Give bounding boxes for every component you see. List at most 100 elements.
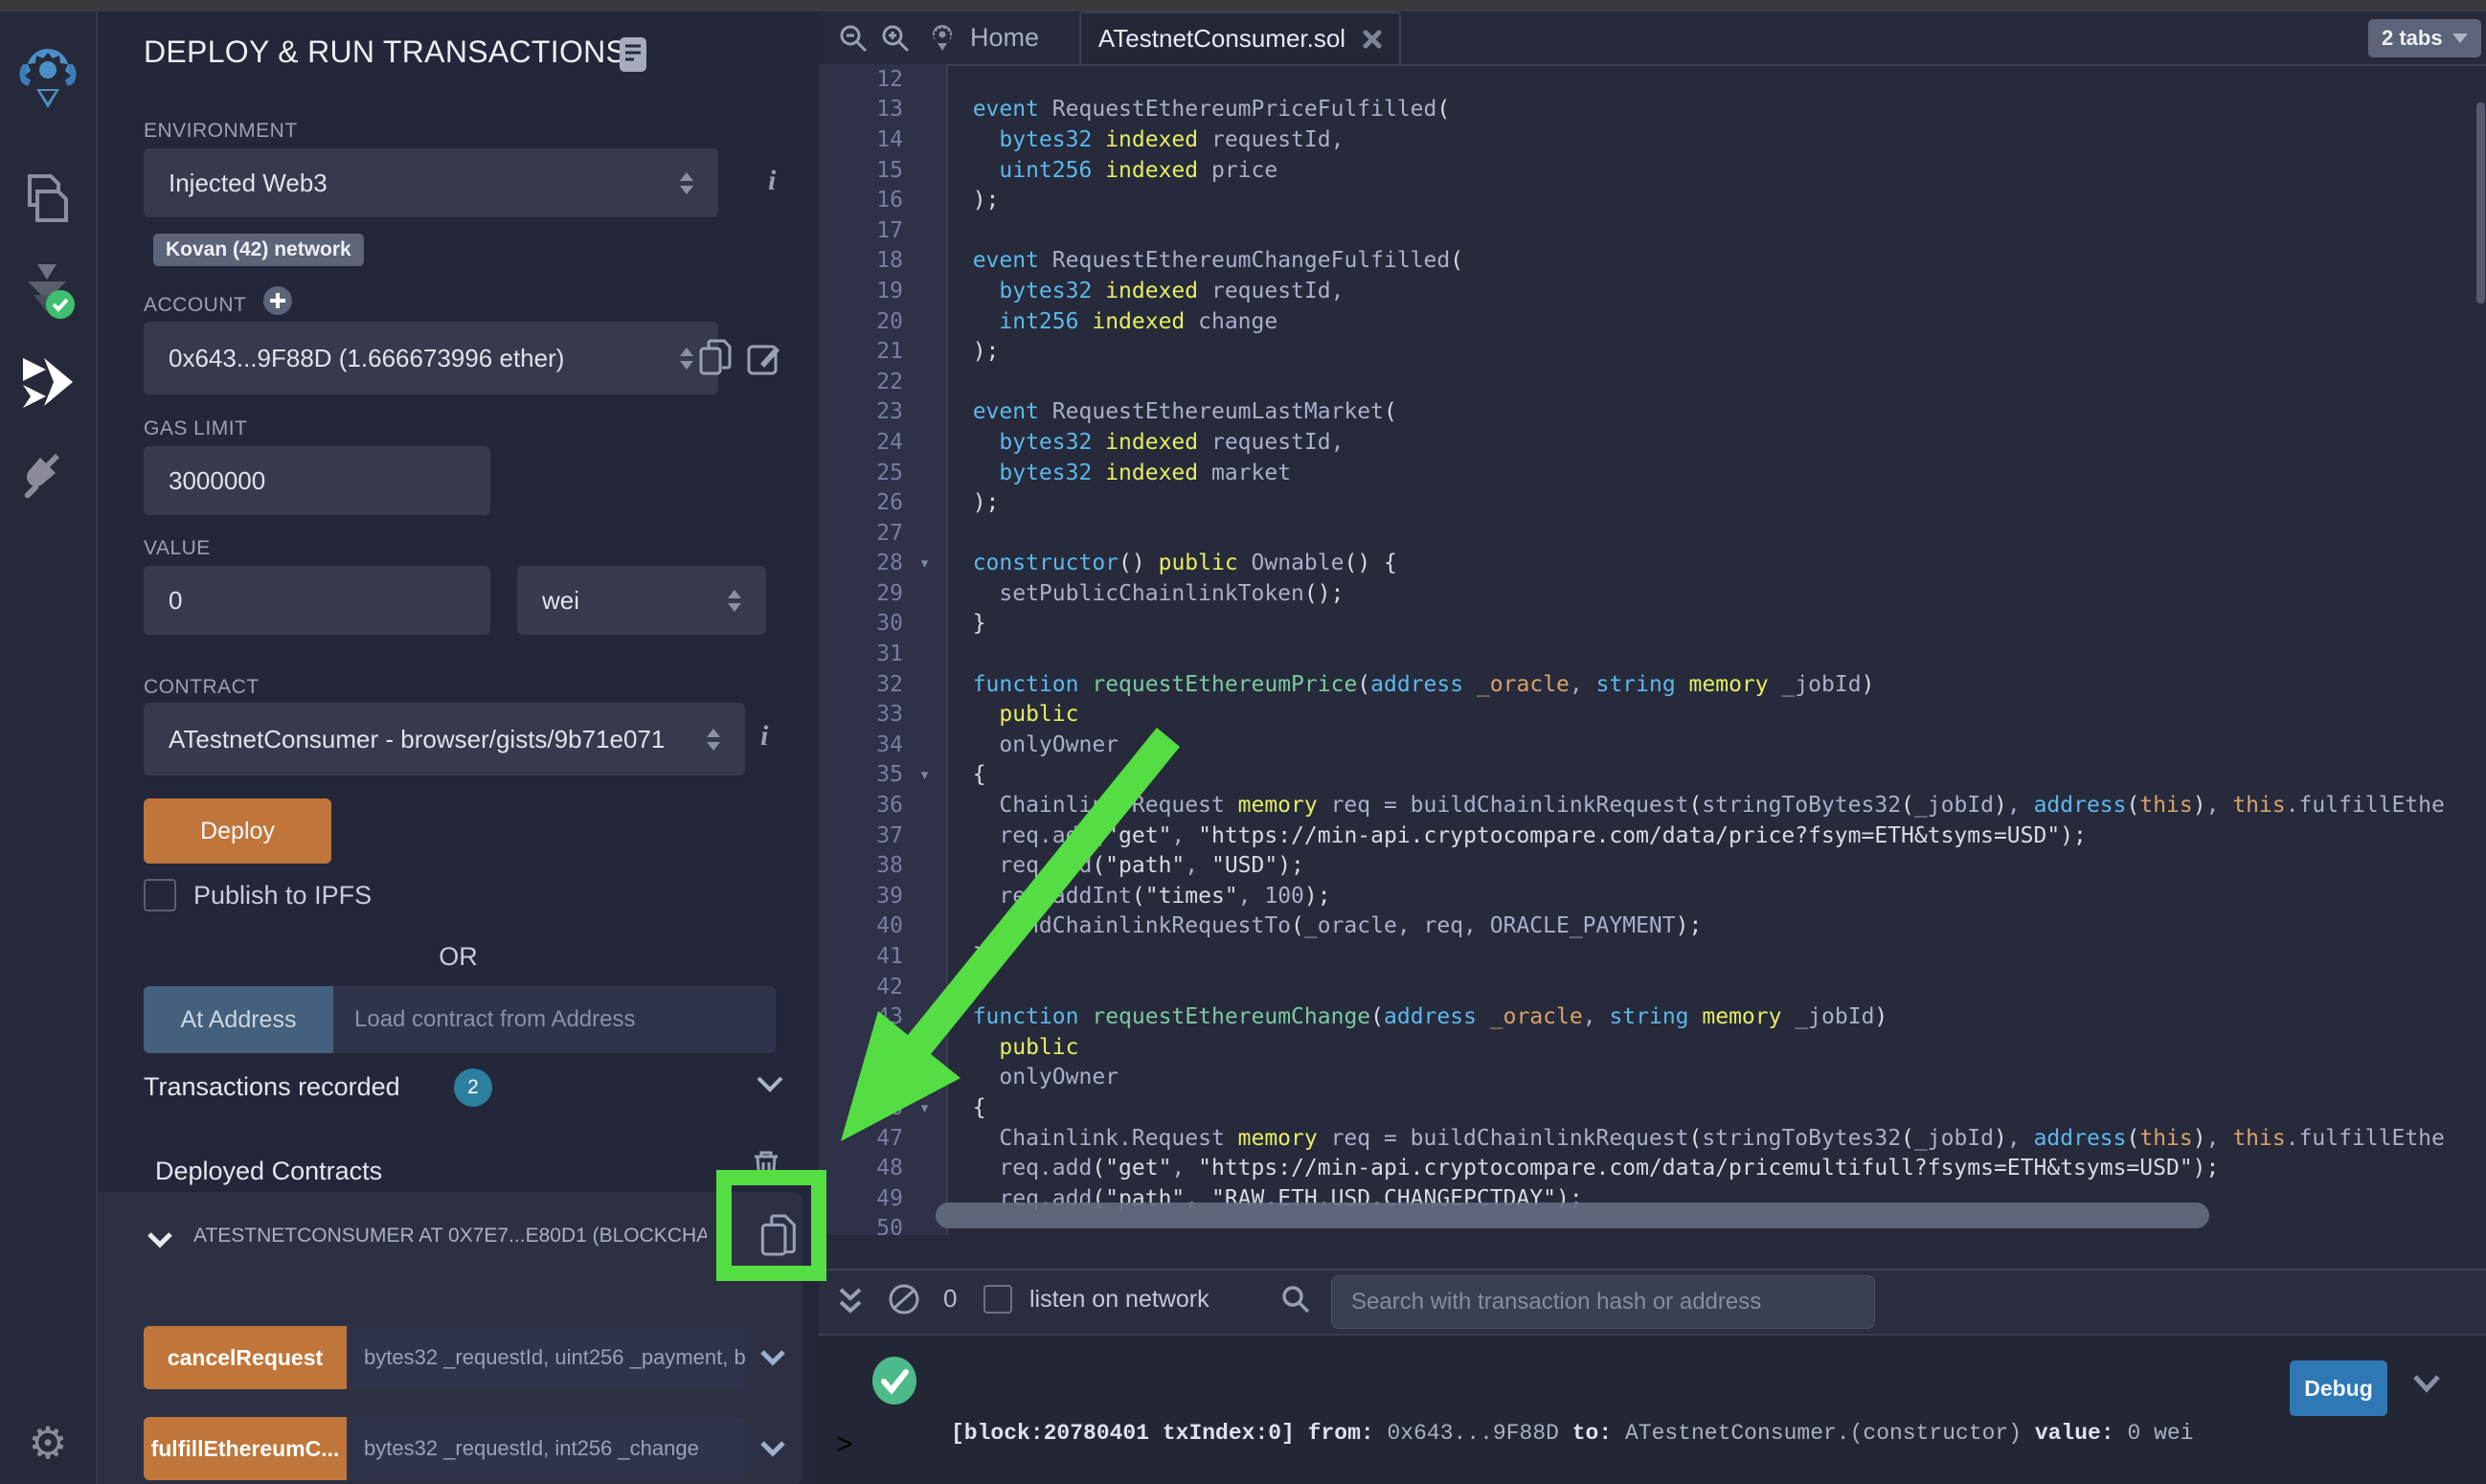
code-line[interactable]: 44 public: [819, 1032, 2486, 1063]
line-number: 45: [819, 1065, 903, 1090]
code-line[interactable]: 19 bytes32 indexed requestId,: [819, 276, 2486, 306]
environment-info-icon[interactable]: i: [768, 165, 776, 197]
code-line[interactable]: 37 req.add("get", "https://min-api.crypt…: [819, 821, 2486, 851]
code-line[interactable]: 47 Chainlink.Request memory req = buildC…: [819, 1123, 2486, 1154]
line-number: 15: [819, 158, 903, 183]
deploy-run-panel: DEPLOY & RUN TRANSACTIONS ENVIRONMENT In…: [98, 11, 819, 1484]
code-line[interactable]: 20 int256 indexed change: [819, 306, 2486, 337]
code-line[interactable]: 27: [819, 518, 2486, 549]
code-line[interactable]: 30 }: [819, 609, 2486, 640]
code-line[interactable]: 43 function requestEthereumChange(addres…: [819, 1001, 2486, 1032]
code-line[interactable]: 39 req.addInt("times", 100);: [819, 881, 2486, 911]
environment-select[interactable]: Injected Web3: [144, 148, 718, 217]
function-params-input[interactable]: bytes32 _requestId, uint256 _payment, by: [347, 1326, 745, 1389]
code-line[interactable]: 25 bytes32 indexed market: [819, 458, 2486, 488]
code-line[interactable]: 40 sendChainlinkRequestTo(_oracle, req, …: [819, 911, 2486, 942]
publish-ipfs-checkbox[interactable]: [144, 879, 176, 911]
code-line[interactable]: 18 event RequestEthereumChangeFulfilled(: [819, 246, 2486, 277]
code-line[interactable]: 24 bytes32 indexed requestId,: [819, 427, 2486, 458]
add-account-icon[interactable]: [262, 285, 293, 316]
code-line[interactable]: 31: [819, 639, 2486, 669]
docs-icon[interactable]: [619, 36, 647, 73]
fold-caret-icon[interactable]: ▾: [903, 766, 946, 783]
tx-log-entry[interactable]: [block:20780401 txIndex:0] from: 0x643..…: [951, 1347, 2193, 1484]
code-line[interactable]: 46▾ {: [819, 1092, 2486, 1123]
fold-caret-icon[interactable]: ▾: [903, 554, 946, 572]
gas-limit-input[interactable]: 3000000: [144, 446, 490, 515]
code-line[interactable]: 35▾ {: [819, 760, 2486, 791]
line-number: 17: [819, 218, 903, 243]
code-line[interactable]: 15 uint256 indexed price: [819, 155, 2486, 186]
code-line[interactable]: 26 );: [819, 487, 2486, 518]
select-stepper-icon: [672, 172, 693, 194]
value-unit-select[interactable]: wei: [517, 566, 766, 635]
clear-console-icon[interactable]: [888, 1283, 920, 1315]
code-line[interactable]: 36 Chainlink.Request memory req = buildC…: [819, 790, 2486, 821]
code-line[interactable]: 16 );: [819, 185, 2486, 215]
log-collapse-chevron-icon[interactable]: [2412, 1374, 2441, 1393]
code-line[interactable]: 12: [819, 64, 2486, 95]
listen-network-checkbox[interactable]: [983, 1285, 1012, 1314]
function-expand-chevron-icon[interactable]: [760, 1326, 785, 1389]
terminal-search-input[interactable]: [1331, 1275, 1875, 1329]
zoom-out-icon[interactable]: [838, 23, 869, 54]
tab-atestnetconsumer[interactable]: ATestnetConsumer.sol: [1079, 11, 1401, 64]
code-line[interactable]: 32 function requestEthereumPrice(address…: [819, 669, 2486, 700]
code-line[interactable]: 28▾ constructor() public Ownable() {: [819, 549, 2486, 579]
publish-ipfs-label: Publish to IPFS: [193, 881, 372, 911]
zoom-in-icon[interactable]: [880, 23, 911, 54]
code-line[interactable]: 42: [819, 972, 2486, 1002]
deploy-run-icon[interactable]: [19, 356, 77, 408]
code-line[interactable]: 45 onlyOwner: [819, 1063, 2486, 1093]
solidity-compiler-icon[interactable]: [16, 262, 79, 322]
code-line[interactable]: 13 event RequestEthereumPriceFulfilled(: [819, 95, 2486, 125]
code-line[interactable]: 34 onlyOwner: [819, 730, 2486, 760]
horizontal-scrollbar[interactable]: [936, 1203, 2209, 1228]
at-address-button[interactable]: At Address: [144, 986, 333, 1053]
tab-close-icon[interactable]: [1363, 30, 1382, 49]
transactions-chevron-icon[interactable]: [757, 1076, 783, 1093]
contract-info-icon[interactable]: i: [760, 720, 768, 753]
code-area[interactable]: 1213 event RequestEthereumPriceFulfilled…: [819, 64, 2486, 1235]
home-tab-icon[interactable]: [926, 21, 959, 56]
code-line[interactable]: 33 public: [819, 699, 2486, 730]
copy-account-icon[interactable]: [699, 339, 732, 375]
account-select[interactable]: 0x643...9F88D (1.666673996 ether): [144, 322, 718, 394]
remix-logo[interactable]: [17, 43, 79, 112]
code-line[interactable]: 17: [819, 215, 2486, 246]
code-line[interactable]: 29 setPublicChainlinkToken();: [819, 578, 2486, 609]
line-number: 43: [819, 1004, 903, 1029]
code-line[interactable]: 14 bytes32 indexed requestId,: [819, 124, 2486, 155]
function-params-input[interactable]: bytes32 _requestId, int256 _change: [347, 1417, 745, 1480]
function-call-button[interactable]: fulfillEthereumC...: [144, 1417, 347, 1480]
plugin-manager-icon[interactable]: [21, 450, 75, 500]
code-line[interactable]: 22: [819, 367, 2486, 397]
fold-caret-icon[interactable]: ▾: [903, 1099, 946, 1116]
function-expand-chevron-icon[interactable]: [760, 1417, 785, 1480]
file-explorer-icon[interactable]: [22, 172, 74, 226]
code-line[interactable]: 23 event RequestEthereumLastMarket(: [819, 397, 2486, 428]
contract-select[interactable]: ATestnetConsumer - browser/gists/9b71e07…: [144, 703, 745, 776]
expand-terminal-icon[interactable]: [838, 1286, 863, 1316]
edit-account-icon[interactable]: [747, 341, 781, 375]
account-label: ACCOUNT: [144, 294, 246, 317]
at-address-input[interactable]: Load contract from Address: [333, 986, 776, 1053]
code-line[interactable]: 48 req.add("get", "https://min-api.crypt…: [819, 1153, 2486, 1183]
code-line[interactable]: 38 req.add("path", "USD");: [819, 850, 2486, 881]
code-line[interactable]: 21 );: [819, 336, 2486, 367]
value-input[interactable]: 0: [144, 566, 490, 635]
deploy-button[interactable]: Deploy: [144, 798, 331, 864]
line-number: 20: [819, 309, 903, 334]
settings-gear-icon[interactable]: ⚙: [28, 1417, 67, 1469]
vertical-scrollbar[interactable]: [2476, 102, 2485, 304]
terminal-prompt[interactable]: >: [836, 1429, 853, 1464]
tab-home[interactable]: Home: [970, 23, 1039, 53]
function-call-button[interactable]: cancelRequest: [144, 1326, 347, 1389]
deployed-contract-title[interactable]: ATESTNETCONSUMER AT 0X7E7...E80D1 (BLOCK…: [193, 1225, 707, 1248]
caret-down-icon: [2452, 34, 2468, 43]
tabs-count-button[interactable]: 2 tabs: [2368, 19, 2481, 57]
code-line[interactable]: 41 }: [819, 941, 2486, 972]
debug-button[interactable]: Debug: [2290, 1360, 2387, 1416]
contract-expand-chevron-icon[interactable]: [147, 1232, 172, 1248]
line-number: 41: [819, 944, 903, 969]
